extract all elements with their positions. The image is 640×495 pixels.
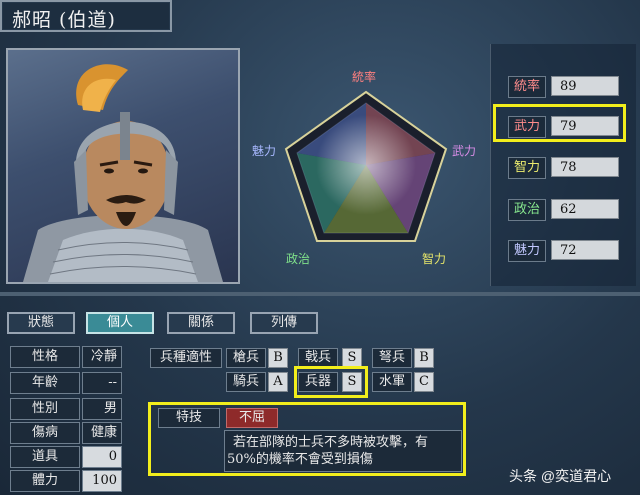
aptitude-grade-cavalry: A xyxy=(268,372,288,392)
info-label-gender: 性別 xyxy=(10,398,80,420)
attribute-radar: 統率 武力 智力 政治 魅力 xyxy=(244,45,488,285)
radar-label-lead: 統率 xyxy=(352,70,377,84)
officer-name: 郝昭 (伯道) xyxy=(12,9,116,31)
watermark: 头条 @奕道君心 xyxy=(509,468,612,484)
aptitude-title: 兵種適性 xyxy=(150,348,222,368)
radar-label-pol: 政治 xyxy=(286,252,311,266)
info-value-stamina: 100 xyxy=(82,470,122,492)
aptitude-grade-spear: B xyxy=(268,348,288,368)
divider xyxy=(0,292,640,296)
aptitude-grade-halberd: S xyxy=(342,348,362,368)
radar-label-war: 武力 xyxy=(452,144,477,158)
highlight-siege xyxy=(294,366,368,398)
aptitude-label-halberd: 戟兵 xyxy=(298,348,338,368)
stat-value-2: 78 xyxy=(551,157,619,177)
stat-value-3: 62 xyxy=(551,199,619,219)
info-value-items: 0 xyxy=(82,446,122,468)
officer-name-plate: 郝昭 (伯道) xyxy=(0,0,172,32)
info-label-age: 年齡 xyxy=(10,372,80,394)
info-label-health: 傷病 xyxy=(10,422,80,444)
stat-value-0: 89 xyxy=(551,76,619,96)
highlight-war xyxy=(493,104,626,142)
info-label-stamina: 體力 xyxy=(10,470,80,492)
officer-portrait xyxy=(6,48,240,284)
radar-label-charm: 魅力 xyxy=(252,144,277,158)
tab-biography[interactable]: 列傳 xyxy=(250,312,318,334)
info-label-personality: 性格 xyxy=(10,346,80,368)
stat-value-4: 72 xyxy=(551,240,619,260)
stat-label-0: 統率 xyxy=(508,76,546,98)
info-label-items: 道具 xyxy=(10,446,80,468)
stat-label-3: 政治 xyxy=(508,199,546,221)
aptitude-label-navy: 水軍 xyxy=(372,372,412,392)
stat-label-4: 魅力 xyxy=(508,240,546,262)
info-value-gender: 男 xyxy=(82,398,122,420)
highlight-skill xyxy=(148,402,466,476)
aptitude-grade-navy: C xyxy=(414,372,434,392)
radar-label-intel: 智力 xyxy=(422,252,447,266)
aptitude-label-crossbow: 弩兵 xyxy=(372,348,412,368)
stat-label-2: 智力 xyxy=(508,157,546,179)
tab-personal[interactable]: 個人 xyxy=(86,312,154,334)
info-value-health: 健康 xyxy=(82,422,122,444)
info-value-personality: 冷靜 xyxy=(82,346,122,368)
tab-status[interactable]: 狀態 xyxy=(7,312,75,334)
aptitude-label-spear: 槍兵 xyxy=(226,348,266,368)
aptitude-label-cavalry: 騎兵 xyxy=(226,372,266,392)
tab-relations[interactable]: 關係 xyxy=(167,312,235,334)
info-value-age: -- xyxy=(82,372,122,394)
aptitude-grade-crossbow: B xyxy=(414,348,434,368)
